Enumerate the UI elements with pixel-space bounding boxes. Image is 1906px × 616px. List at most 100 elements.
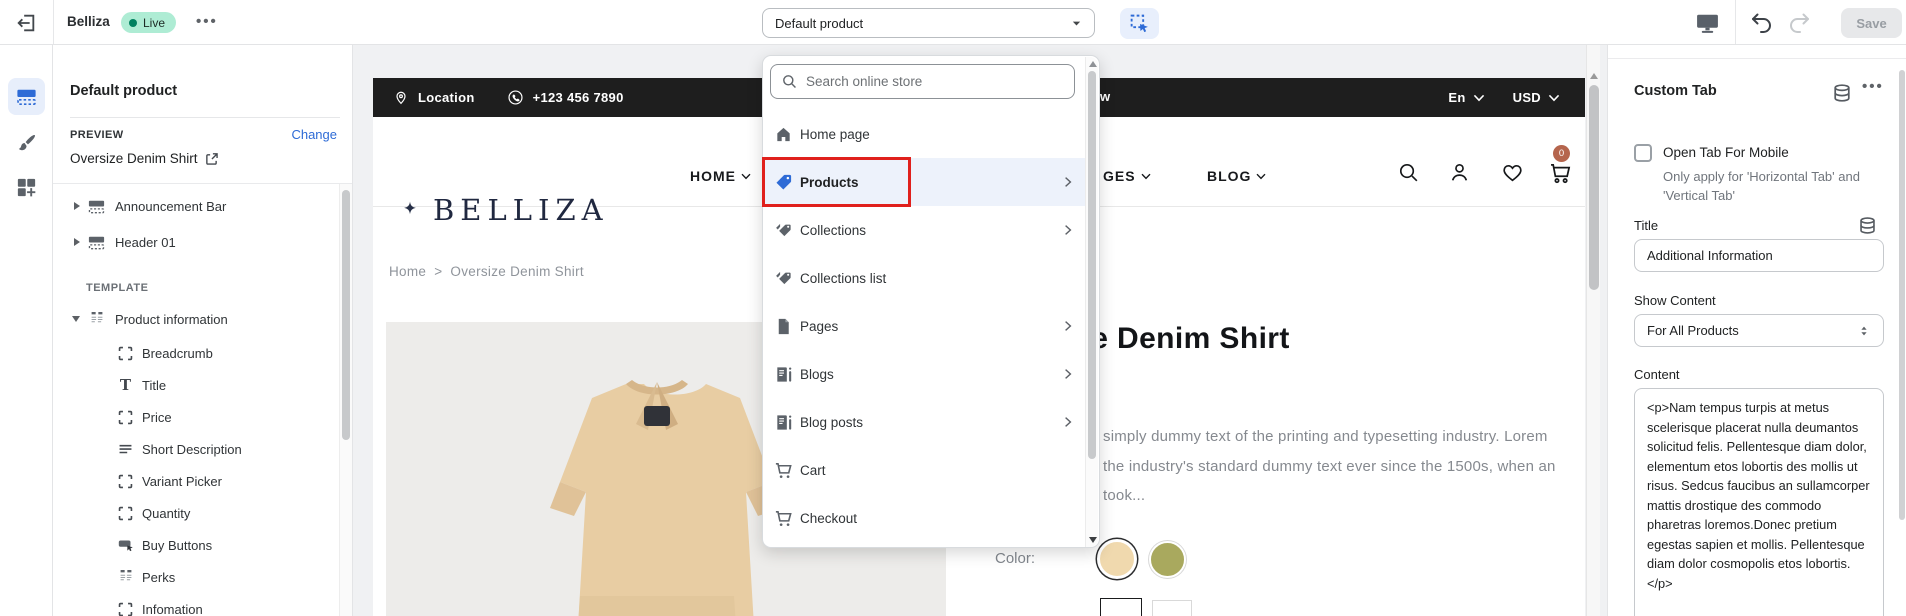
menu-item-pages[interactable]: Pages (764, 302, 1086, 350)
select-updown-icon (1857, 324, 1871, 338)
menu-item-home-page[interactable]: Home page (764, 110, 1086, 158)
save-button[interactable]: Save (1841, 8, 1902, 38)
cart-icon[interactable] (1548, 160, 1573, 185)
scrollbar-up-arrow[interactable] (1590, 73, 1598, 79)
layer-item-product-information[interactable]: Product information (53, 303, 339, 335)
rail-item-theme-settings[interactable] (8, 125, 45, 162)
layer-item-title[interactable]: T Title (53, 369, 339, 401)
rail-item-sections[interactable] (8, 78, 45, 115)
page-selector-dropdown[interactable]: Default product (762, 8, 1095, 38)
nav-pages-partial[interactable]: GES (1103, 168, 1151, 184)
checkbox-help-text: Only apply for 'Horizontal Tab' and 'Ver… (1663, 167, 1901, 205)
layer-item-quantity[interactable]: Quantity (53, 497, 339, 529)
layer-item-perks[interactable]: Perks (53, 561, 339, 593)
size-option-box[interactable] (1152, 600, 1192, 616)
cart-count-badge: 0 (1553, 145, 1570, 162)
collections-icon (774, 221, 793, 240)
blog-icon (774, 413, 793, 432)
dropdown-scrollbar (1085, 57, 1098, 547)
panel-scrollbar-thumb[interactable] (342, 190, 350, 440)
template-section-label: TEMPLATE (86, 282, 148, 294)
menu-item-cart[interactable]: Cart (764, 446, 1086, 494)
chevron-down-icon (1256, 173, 1266, 180)
button-cursor-icon (116, 536, 135, 555)
show-content-select[interactable]: For All Products (1634, 314, 1884, 347)
search-icon (781, 73, 798, 90)
layer-item-announcement-bar[interactable]: Announcement Bar (53, 188, 339, 224)
rail-item-apps[interactable] (8, 169, 45, 206)
divider (53, 183, 353, 184)
exit-icon (15, 12, 37, 34)
frame-icon (116, 600, 135, 616)
color-swatch-olive[interactable] (1149, 541, 1186, 578)
caret-right-icon[interactable] (74, 202, 80, 210)
settings-panel: Custom Tab ••• Open Tab For Mobile Only … (1607, 45, 1906, 616)
open-tab-for-mobile-checkbox[interactable] (1634, 144, 1652, 162)
nav-blog[interactable]: BLOG (1207, 168, 1266, 184)
color-swatch-beige[interactable] (1097, 539, 1137, 579)
title-field-input[interactable] (1634, 239, 1884, 272)
menu-item-collections-list[interactable]: Collections list (764, 254, 1086, 302)
map-pin-icon (393, 90, 409, 106)
marquee-select-icon (1129, 13, 1150, 34)
columns-icon (87, 310, 106, 329)
layer-item-buy-buttons[interactable]: Buy Buttons (53, 529, 339, 561)
currency-selector[interactable]: USD (1513, 90, 1541, 105)
layer-item-short-description[interactable]: Short Description (53, 433, 339, 465)
tag-icon (774, 173, 793, 192)
select-element-tool-button[interactable] (1120, 8, 1159, 39)
menu-item-blogs[interactable]: Blogs (764, 350, 1086, 398)
chevron-right-icon (1060, 414, 1076, 430)
preview-scrollbar (1586, 45, 1600, 616)
size-option-box[interactable] (1100, 598, 1142, 616)
content-label: Content (1634, 367, 1680, 382)
account-icon[interactable] (1447, 160, 1472, 185)
block-more-menu-button[interactable]: ••• (1862, 78, 1884, 95)
menu-item-collections[interactable]: Collections (764, 206, 1086, 254)
divider (1608, 58, 1906, 59)
change-preview-link[interactable]: Change (291, 127, 337, 142)
checkbox-label: Open Tab For Mobile (1663, 145, 1789, 160)
caret-right-icon[interactable] (74, 238, 80, 246)
content-textarea[interactable]: <p>Nam tempus turpis at metus scelerisqu… (1634, 388, 1884, 616)
block-settings-title: Custom Tab (1634, 83, 1717, 99)
preview-scrollbar-thumb[interactable] (1589, 85, 1599, 290)
product-description-line: simply dummy text of the printing and ty… (1103, 428, 1548, 445)
menu-item-checkout[interactable]: Checkout (764, 494, 1086, 542)
more-menu-button[interactable]: ••• (196, 13, 218, 30)
layer-item-infomation[interactable]: Infomation (53, 593, 339, 616)
online-store-search[interactable] (770, 64, 1075, 99)
chevron-right-icon (1060, 222, 1076, 238)
preview-page-name[interactable]: Oversize Denim Shirt (70, 151, 218, 166)
search-input[interactable] (806, 74, 1064, 89)
redo-button[interactable] (1785, 9, 1813, 36)
desktop-view-button[interactable] (1692, 9, 1722, 36)
store-logo[interactable]: BELLIZA (400, 193, 609, 227)
layer-item-breadcrumb[interactable]: Breadcrumb (53, 337, 339, 369)
announcement-left: Location +123 456 7890 (393, 78, 624, 117)
language-selector[interactable]: En (1448, 90, 1465, 105)
menu-item-products[interactable]: Products (764, 158, 1086, 206)
scrollbar-down-arrow[interactable] (1089, 537, 1097, 543)
menu-item-blog-posts[interactable]: Blog posts (764, 398, 1086, 446)
panel-scrollbar-thumb[interactable] (1899, 70, 1905, 520)
search-icon[interactable] (1396, 160, 1421, 185)
announcement-right: En USD (1448, 78, 1560, 117)
nav-home[interactable]: HOME (690, 168, 751, 184)
exit-editor-button[interactable] (12, 9, 39, 36)
phone-number-link[interactable]: +123 456 7890 (533, 90, 624, 105)
scrollbar-up-arrow[interactable] (1089, 61, 1097, 67)
layer-item-price[interactable]: Price (53, 401, 339, 433)
wishlist-heart-icon[interactable] (1500, 160, 1525, 185)
color-option-label: Color: (995, 550, 1035, 567)
chevron-down-icon (1071, 18, 1082, 29)
breadcrumb-home-link[interactable]: Home (389, 264, 426, 279)
undo-button[interactable] (1748, 9, 1776, 36)
dropdown-scrollbar-thumb[interactable] (1088, 71, 1096, 459)
layer-item-variant-picker[interactable]: Variant Picker (53, 465, 339, 497)
caret-down-icon[interactable] (72, 316, 80, 322)
layer-item-header[interactable]: Header 01 (53, 224, 339, 260)
dynamic-source-icon[interactable] (1832, 83, 1852, 103)
location-link[interactable]: Location (418, 90, 475, 105)
dynamic-source-icon[interactable] (1858, 216, 1877, 235)
